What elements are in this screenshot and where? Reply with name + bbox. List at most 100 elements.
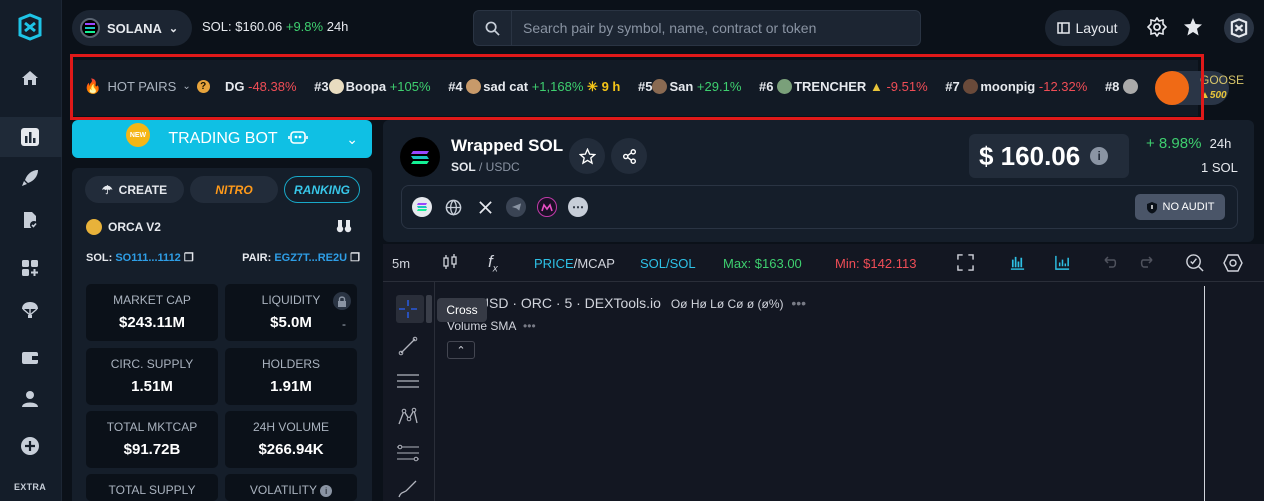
sol-address[interactable]: SO111...1112 bbox=[115, 252, 180, 264]
chart-icon[interactable] bbox=[15, 122, 45, 152]
favorites-star-icon[interactable] bbox=[1180, 14, 1206, 40]
volume-chart-icon[interactable] bbox=[1054, 254, 1071, 274]
pair-name: DG bbox=[225, 79, 245, 94]
share-button[interactable] bbox=[611, 138, 647, 174]
goose-avatar bbox=[1155, 71, 1189, 105]
ranking-tab[interactable]: RANKING bbox=[284, 176, 360, 203]
hot-pair-item[interactable]: #5 San +29.1% bbox=[638, 79, 741, 94]
hot-pairs-text: HOT PAIRS bbox=[107, 79, 177, 94]
home-icon[interactable] bbox=[15, 63, 45, 93]
hot-pair-item[interactable]: DG -48.38% bbox=[225, 79, 297, 94]
chevron-down-icon: ⌄ bbox=[346, 130, 358, 147]
hot-pairs-label[interactable]: 🔥 HOT PAIRS ⌄ ? bbox=[84, 78, 210, 95]
orca-icon bbox=[86, 219, 102, 235]
dextools-account-icon[interactable] bbox=[1224, 13, 1254, 43]
wallet-icon[interactable] bbox=[15, 342, 45, 372]
add-icon[interactable] bbox=[15, 431, 45, 461]
fullscreen-icon[interactable] bbox=[957, 254, 974, 274]
pair-rank: #3 bbox=[314, 79, 329, 94]
search-bar[interactable] bbox=[473, 10, 921, 46]
rail-extra-label[interactable]: EXTRA bbox=[14, 482, 46, 492]
chart-settings-icon[interactable] bbox=[1223, 253, 1243, 276]
star-icon bbox=[578, 147, 596, 165]
pair-address[interactable]: EGZ7T...RE2U bbox=[274, 252, 347, 264]
pair-toggle[interactable]: SOL/SOL bbox=[640, 256, 696, 271]
document-check-icon[interactable] bbox=[15, 205, 45, 235]
hot-pair-item[interactable]: #3 Boopa +105% bbox=[314, 79, 431, 94]
more-dots-icon[interactable]: ••• bbox=[523, 319, 536, 333]
pair-name: moonpig bbox=[980, 79, 1036, 94]
token-name: Wrapped SOL bbox=[451, 136, 564, 155]
binoculars-icon[interactable] bbox=[336, 219, 352, 236]
airdrop-icon[interactable] bbox=[15, 295, 45, 325]
crosshair-icon[interactable] bbox=[395, 296, 421, 322]
copy-icon[interactable]: ❐ bbox=[184, 252, 194, 264]
hot-pair-item[interactable]: #8 bbox=[1105, 79, 1140, 94]
more-dots-icon[interactable]: ••• bbox=[791, 295, 806, 311]
price-alert-icon[interactable] bbox=[1185, 253, 1204, 275]
min-price: Min: $142.113 bbox=[835, 256, 917, 271]
stat-title-group: VOLATILITY i bbox=[225, 483, 357, 497]
chevron-down-icon: ⌄ bbox=[168, 22, 179, 35]
nitro-tab[interactable]: NITRO bbox=[190, 176, 278, 203]
magic-eden-icon[interactable] bbox=[537, 197, 557, 217]
info-icon[interactable]: i bbox=[320, 485, 333, 497]
help-icon[interactable]: ? bbox=[196, 80, 210, 93]
no-audit-badge[interactable]: NO AUDIT bbox=[1135, 194, 1225, 220]
new-badge: NEW bbox=[126, 123, 150, 147]
tool-expand-handle[interactable] bbox=[426, 295, 432, 323]
token-change-row: + 8.98% 24h bbox=[1146, 135, 1231, 152]
trend-line-icon[interactable] bbox=[395, 333, 421, 359]
stat-card-total-supply: TOTAL SUPPLY bbox=[86, 474, 218, 501]
more-dots-icon[interactable]: ⋯ bbox=[568, 197, 588, 217]
info-icon[interactable]: i bbox=[1090, 147, 1109, 165]
rocket-icon[interactable] bbox=[15, 163, 45, 193]
user-icon[interactable] bbox=[15, 384, 45, 414]
pair-change: -12.32% bbox=[1038, 79, 1088, 94]
timeframe-selector[interactable]: 5m bbox=[392, 256, 410, 271]
settings-gear-icon[interactable] bbox=[1144, 14, 1170, 40]
candles-icon[interactable] bbox=[441, 253, 459, 274]
solana-icon[interactable] bbox=[412, 197, 432, 217]
create-tab[interactable]: ☂ CREATE bbox=[85, 176, 184, 203]
redo-icon[interactable] bbox=[1140, 254, 1156, 273]
copy-icon[interactable]: ❐ bbox=[350, 252, 360, 264]
fib-tool-icon[interactable] bbox=[395, 440, 421, 466]
widgets-icon[interactable] bbox=[15, 253, 45, 283]
x-twitter-icon[interactable] bbox=[475, 197, 495, 217]
stat-card-24h-volume: 24H VOLUME $266.94K bbox=[225, 411, 357, 468]
stat-card-liquidity: LIQUIDITY $5.0M - bbox=[225, 284, 357, 341]
website-globe-icon[interactable] bbox=[443, 197, 463, 217]
hot-pair-item[interactable]: #6 TRENCHER ▲ -9.51% bbox=[759, 79, 928, 94]
indicators-fx-icon[interactable]: fx bbox=[488, 252, 498, 274]
pair-change: -48.38% bbox=[248, 79, 297, 94]
solana-icon bbox=[80, 18, 100, 38]
stat-card-holders: HOLDERS 1.91M bbox=[225, 348, 357, 405]
lock-icon[interactable] bbox=[333, 292, 351, 310]
stat-value: $243.11M bbox=[119, 314, 185, 331]
layout-button[interactable]: Layout bbox=[1045, 10, 1130, 46]
stat-title: HOLDERS bbox=[261, 357, 320, 371]
search-icon[interactable] bbox=[474, 11, 512, 45]
collapse-legend-button[interactable]: ⌃ bbox=[447, 341, 475, 359]
undo-icon[interactable] bbox=[1101, 254, 1117, 273]
brush-tool-icon[interactable] bbox=[395, 476, 421, 501]
mcap-label: /MCAP bbox=[573, 256, 615, 271]
price-mcap-toggle[interactable]: PRICE/MCAP bbox=[534, 256, 615, 271]
bar-chart-icon[interactable] bbox=[1009, 254, 1026, 274]
chain-selector[interactable]: SOLANA ⌄ bbox=[72, 10, 192, 46]
favorite-star-button[interactable] bbox=[569, 138, 605, 174]
trading-bot-button[interactable]: TRADING BOT ⌄ bbox=[72, 120, 372, 158]
pattern-tool-icon[interactable] bbox=[395, 404, 421, 430]
dextools-logo-icon[interactable] bbox=[15, 12, 45, 42]
telegram-icon[interactable] bbox=[506, 197, 526, 217]
price-label: PRICE bbox=[534, 256, 574, 271]
sol-price: SOL: $160.06 bbox=[202, 19, 283, 34]
layout-icon bbox=[1057, 22, 1071, 34]
token-quote: / USDC bbox=[479, 160, 520, 174]
hot-pair-item[interactable]: #4 sad cat +1,168% ✳ 9 h bbox=[448, 79, 620, 95]
horizontal-lines-icon[interactable] bbox=[395, 368, 421, 394]
stat-title: MARKET CAP bbox=[113, 293, 191, 307]
hot-pair-item[interactable]: #7 moonpig -12.32% bbox=[945, 79, 1087, 94]
search-input[interactable] bbox=[512, 20, 912, 36]
